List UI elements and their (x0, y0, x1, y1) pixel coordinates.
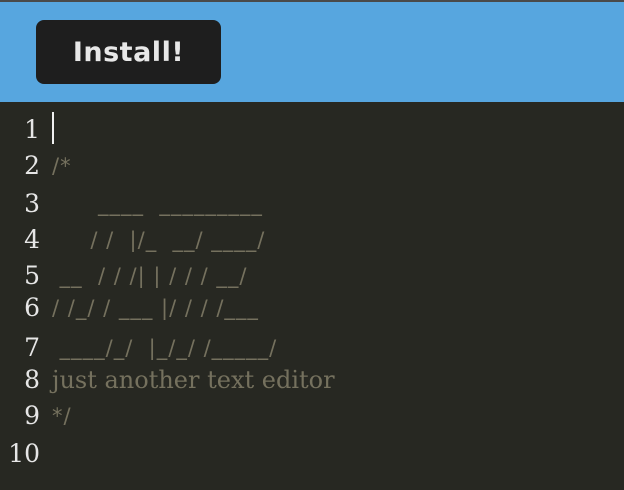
line-number: 7 (24, 333, 40, 362)
line-text[interactable]: / /_/ / ___ |/ / / /___ (52, 290, 259, 326)
line-text[interactable]: / / |/_ __/ ____/ (52, 222, 265, 258)
line-text[interactable]: ____/_/ |_/_/ /_____/ (52, 330, 277, 366)
line-number: 1 (24, 115, 40, 144)
line-number: 2 (24, 151, 40, 180)
line-number: 10 (8, 439, 40, 468)
editor-line-8[interactable]: 8 just another text editor (0, 362, 624, 398)
install-button[interactable]: Install! (36, 20, 221, 84)
editor-line-10[interactable]: 10 (0, 436, 624, 472)
line-text[interactable]: ____ _________ (52, 186, 263, 222)
line-text[interactable]: just another text editor (52, 362, 335, 398)
code-editor[interactable]: 1 2 /* 3 ____ _________ 4 / / |/_ __/ __… (0, 102, 624, 490)
editor-line-5[interactable]: 5 __ / / /| | / / / __/ (0, 258, 624, 294)
line-text[interactable]: */ (52, 398, 72, 434)
editor-line-9[interactable]: 9 */ (0, 398, 624, 434)
editor-line-1[interactable]: 1 (0, 112, 624, 148)
line-number: 9 (24, 401, 40, 430)
editor-line-7[interactable]: 7 ____/_/ |_/_/ /_____/ (0, 330, 624, 366)
line-text[interactable]: __ / / /| | / / / __/ (52, 258, 247, 294)
line-number: 3 (24, 189, 40, 218)
app-window: Install! 1 2 /* 3 ____ _________ 4 / / |… (0, 0, 624, 490)
editor-line-2[interactable]: 2 /* (0, 148, 624, 184)
text-cursor (52, 112, 54, 144)
line-number: 5 (24, 261, 40, 290)
line-number: 4 (24, 225, 40, 254)
editor-line-6[interactable]: 6 / /_/ / ___ |/ / / /___ (0, 290, 624, 326)
editor-line-4[interactable]: 4 / / |/_ __/ ____/ (0, 222, 624, 258)
header-bar: Install! (0, 2, 624, 102)
line-number: 6 (24, 293, 40, 322)
editor-line-3[interactable]: 3 ____ _________ (0, 186, 624, 222)
line-number: 8 (24, 365, 40, 394)
line-text[interactable]: /* (52, 148, 72, 184)
